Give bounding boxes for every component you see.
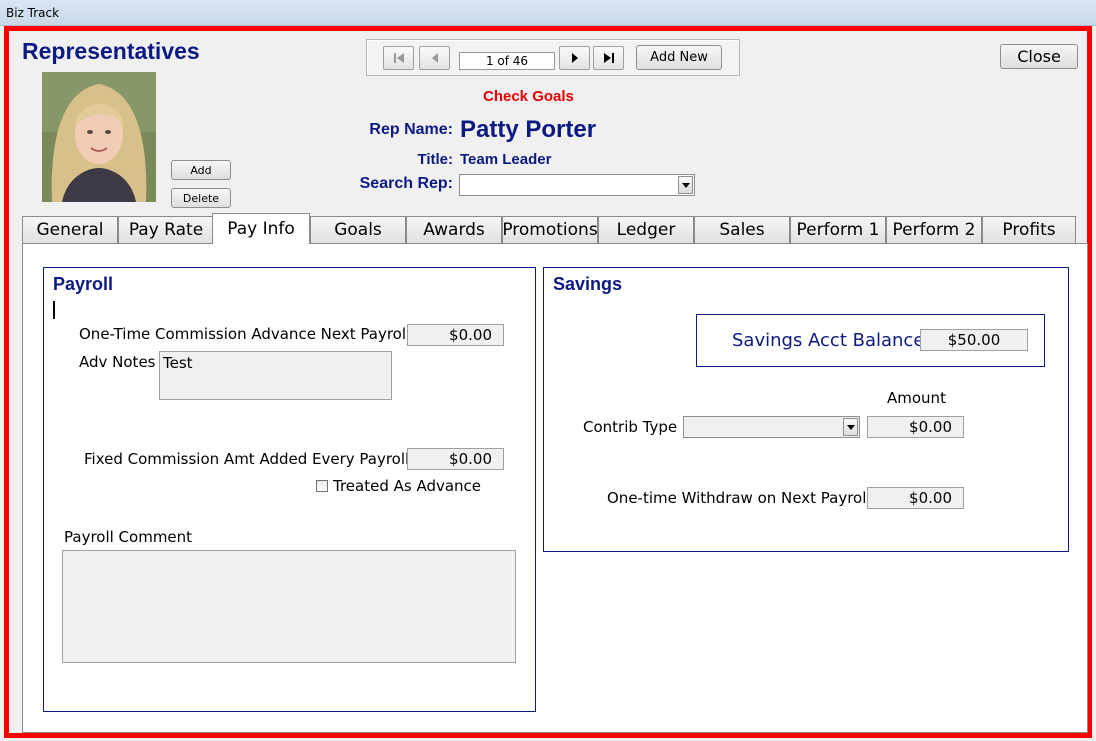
savings-balance-field[interactable]: $50.00 <box>920 329 1028 351</box>
tab-perform-1[interactable]: Perform 1 <box>790 216 886 243</box>
record-number-field[interactable]: 1 of 46 <box>459 52 555 70</box>
withdraw-label: One-time Withdraw on Next Payroll <box>607 489 871 507</box>
chevron-down-icon <box>846 424 855 430</box>
payroll-comment-field[interactable] <box>62 550 516 663</box>
first-record-button[interactable] <box>383 46 414 70</box>
tab-strip: General Pay Rate Pay Info Goals Awards P… <box>22 213 1080 244</box>
contrib-amount-field[interactable]: $0.00 <box>867 416 964 438</box>
rep-title-label: Title: <box>417 151 453 168</box>
tab-general[interactable]: General <box>22 216 118 243</box>
tab-goals[interactable]: Goals <box>310 216 406 243</box>
add-new-button[interactable]: Add New <box>636 45 722 70</box>
photo-delete-button[interactable]: Delete <box>171 188 231 208</box>
tab-awards[interactable]: Awards <box>406 216 502 243</box>
payroll-comment-label: Payroll Comment <box>64 528 193 546</box>
previous-record-button[interactable] <box>419 46 450 70</box>
rep-photo <box>42 72 156 202</box>
tab-sales[interactable]: Sales <box>694 216 790 243</box>
chevron-down-icon <box>681 182 690 188</box>
rep-name-label: Rep Name: <box>369 121 453 138</box>
search-rep-combo[interactable] <box>459 174 695 196</box>
search-rep-label: Search Rep: <box>359 175 453 192</box>
close-button[interactable]: Close <box>1000 44 1078 69</box>
form-frame: Representatives Add Delete 1 of 46 Add N… <box>4 26 1092 738</box>
fixed-commission-field[interactable]: $0.00 <box>407 448 504 470</box>
savings-title: Savings <box>553 274 623 294</box>
tab-promotions[interactable]: Promotions <box>502 216 598 243</box>
contrib-type-combo[interactable] <box>683 416 860 438</box>
next-record-icon <box>571 53 578 63</box>
savings-balance-label: Savings Acct Balance <box>732 330 925 351</box>
payroll-group: Payroll One-Time Commission Advance Next… <box>43 267 536 712</box>
next-record-button[interactable] <box>559 46 590 70</box>
amount-label: Amount <box>887 389 946 407</box>
previous-record-icon <box>431 53 438 63</box>
search-rep-dropdown-button[interactable] <box>678 176 693 194</box>
advance-label: One-Time Commission Advance Next Payroll <box>79 325 411 343</box>
payroll-title: Payroll <box>53 274 114 294</box>
tab-ledger[interactable]: Ledger <box>598 216 694 243</box>
check-goals-link[interactable]: Check Goals <box>483 88 574 105</box>
text-cursor <box>53 301 55 319</box>
first-record-icon <box>393 53 404 63</box>
adv-notes-field[interactable]: Test <box>159 351 392 400</box>
treated-as-advance-checkbox[interactable] <box>316 480 328 492</box>
last-record-button[interactable] <box>593 46 624 70</box>
tab-pay-info[interactable]: Pay Info <box>212 213 310 244</box>
contrib-type-dropdown-button[interactable] <box>843 418 858 436</box>
pay-info-panel: Payroll One-Time Commission Advance Next… <box>22 243 1088 733</box>
record-navigator: 1 of 46 Add New <box>366 39 740 76</box>
rep-name-value: Patty Porter <box>460 116 597 143</box>
last-record-icon <box>603 53 614 63</box>
advance-field[interactable]: $0.00 <box>407 324 504 346</box>
tab-profits[interactable]: Profits <box>982 216 1076 243</box>
savings-group: Savings Savings Acct Balance $50.00 Amou… <box>543 267 1069 552</box>
contrib-type-label: Contrib Type <box>583 418 678 436</box>
window-title: Biz Track <box>0 0 1096 26</box>
page-title: Representatives <box>22 38 200 64</box>
rep-title-value: Team Leader <box>460 151 552 168</box>
savings-balance-box: Savings Acct Balance $50.00 <box>696 314 1045 367</box>
photo-add-button[interactable]: Add <box>171 160 231 180</box>
fixed-commission-label: Fixed Commission Amt Added Every Payroll <box>84 450 410 468</box>
adv-notes-label: Adv Notes <box>79 353 156 371</box>
tab-pay-rate[interactable]: Pay Rate <box>118 216 214 243</box>
treated-as-advance-label: Treated As Advance <box>333 477 482 495</box>
withdraw-field[interactable]: $0.00 <box>867 487 964 509</box>
tab-perform-2[interactable]: Perform 2 <box>886 216 982 243</box>
